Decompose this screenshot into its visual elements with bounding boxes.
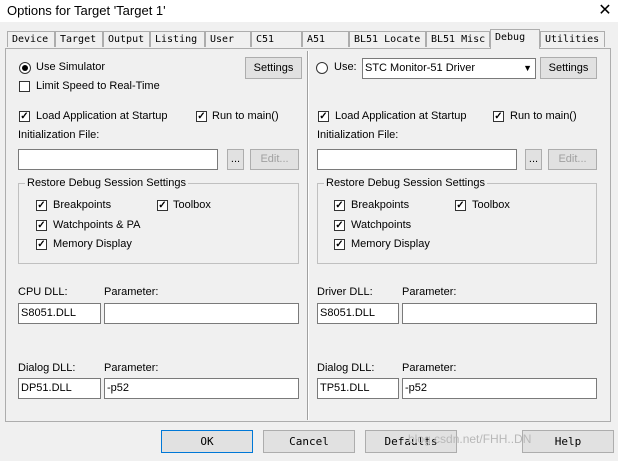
tab-bl51-locate[interactable]: BL51 Locate [349, 31, 426, 47]
left-watchpoints-label: Watchpoints & PA [53, 219, 141, 231]
use-simulator-radio[interactable] [19, 62, 31, 74]
panel-divider [307, 51, 309, 420]
right-init-file-input[interactable] [317, 149, 517, 170]
right-watchpoints-label: Watchpoints [351, 219, 412, 231]
right-load-app-label: Load Application at Startup [335, 110, 467, 122]
right-dialog-dll-label: Dialog DLL: [317, 362, 375, 374]
right-breakpoints-checkbox[interactable]: ✓ [334, 200, 345, 211]
driver-dll-param-input[interactable] [402, 303, 597, 324]
tab-device[interactable]: Device [7, 31, 55, 47]
left-breakpoints-checkbox[interactable]: ✓ [36, 200, 47, 211]
right-memory-display-checkbox[interactable]: ✓ [334, 239, 345, 250]
tab-user[interactable]: User [205, 31, 251, 47]
tab-target[interactable]: Target [55, 31, 103, 47]
left-memory-display-label: Memory Display [53, 238, 132, 250]
cancel-button[interactable]: Cancel [263, 430, 355, 453]
left-dialog-dll-param-input[interactable]: -p52 [104, 378, 299, 399]
right-restore-group-title: Restore Debug Session Settings [324, 177, 487, 189]
window-title: Options for Target 'Target 1' [7, 3, 166, 18]
left-dialog-dll-param-label: Parameter: [104, 362, 159, 374]
cpu-dll-param-label: Parameter: [104, 286, 159, 298]
left-browse-button[interactable]: ... [227, 149, 244, 170]
chevron-down-icon: ▼ [523, 63, 532, 73]
cpu-dll-input[interactable]: S8051.DLL [18, 303, 101, 324]
tab-c51[interactable]: C51 [251, 31, 302, 47]
left-breakpoints-label: Breakpoints [53, 199, 112, 211]
left-toolbox-label: Toolbox [173, 199, 211, 211]
left-dialog-dll-input[interactable]: DP51.DLL [18, 378, 101, 399]
cpu-dll-label: CPU DLL: [18, 286, 68, 298]
right-memory-display-label: Memory Display [351, 238, 430, 250]
right-toolbox-label: Toolbox [472, 199, 510, 211]
left-run-to-main-checkbox[interactable]: ✓ [196, 111, 207, 122]
left-restore-group-title: Restore Debug Session Settings [25, 177, 188, 189]
tab-debug[interactable]: Debug [490, 29, 540, 49]
tab-output[interactable]: Output [103, 31, 150, 47]
tab-listing[interactable]: Listing [150, 31, 205, 47]
right-dialog-dll-param-input[interactable]: -p52 [402, 378, 597, 399]
ok-button[interactable]: OK [161, 430, 253, 453]
tab-bl51-misc[interactable]: BL51 Misc [426, 31, 490, 47]
left-load-app-checkbox[interactable]: ✓ [19, 111, 30, 122]
driver-select[interactable]: STC Monitor-51 Driver ▼ [362, 58, 536, 79]
left-watchpoints-checkbox[interactable]: ✓ [36, 220, 47, 231]
left-init-file-label: Initialization File: [18, 129, 100, 141]
limit-speed-checkbox[interactable] [19, 81, 30, 92]
use-driver-radio[interactable] [316, 62, 328, 74]
right-init-file-label: Initialization File: [317, 129, 399, 141]
left-settings-button[interactable]: Settings [245, 57, 302, 79]
right-load-app-checkbox[interactable]: ✓ [318, 111, 329, 122]
cpu-dll-param-input[interactable] [104, 303, 299, 324]
use-driver-label: Use: [334, 61, 357, 73]
driver-dll-input[interactable]: S8051.DLL [317, 303, 399, 324]
right-breakpoints-label: Breakpoints [351, 199, 410, 211]
right-toolbox-checkbox[interactable]: ✓ [455, 200, 466, 211]
use-simulator-label: Use Simulator [36, 61, 106, 73]
close-icon[interactable]: ✕ [596, 0, 614, 20]
left-edit-button[interactable]: Edit... [250, 149, 299, 170]
driver-select-value: STC Monitor-51 Driver [365, 62, 476, 74]
left-init-file-input[interactable] [18, 149, 218, 170]
watermark: blog.csdn.net/FHH..DN [408, 432, 532, 446]
left-load-app-label: Load Application at Startup [36, 110, 168, 122]
help-button[interactable]: Help [522, 430, 614, 453]
left-memory-display-checkbox[interactable]: ✓ [36, 239, 47, 250]
limit-speed-label: Limit Speed to Real-Time [36, 80, 160, 92]
tab-utilities[interactable]: Utilities [540, 31, 605, 47]
right-settings-button[interactable]: Settings [540, 57, 597, 79]
driver-dll-param-label: Parameter: [402, 286, 457, 298]
right-dialog-dll-input[interactable]: TP51.DLL [317, 378, 399, 399]
right-run-to-main-checkbox[interactable]: ✓ [493, 111, 504, 122]
right-edit-button[interactable]: Edit... [548, 149, 597, 170]
driver-dll-label: Driver DLL: [317, 286, 373, 298]
right-run-to-main-label: Run to main() [510, 110, 577, 122]
tab-a51[interactable]: A51 [302, 31, 349, 47]
right-browse-button[interactable]: ... [525, 149, 542, 170]
right-dialog-dll-param-label: Parameter: [402, 362, 457, 374]
right-watchpoints-checkbox[interactable]: ✓ [334, 220, 345, 231]
left-toolbox-checkbox[interactable]: ✓ [157, 200, 168, 211]
left-run-to-main-label: Run to main() [212, 110, 279, 122]
left-dialog-dll-label: Dialog DLL: [18, 362, 76, 374]
